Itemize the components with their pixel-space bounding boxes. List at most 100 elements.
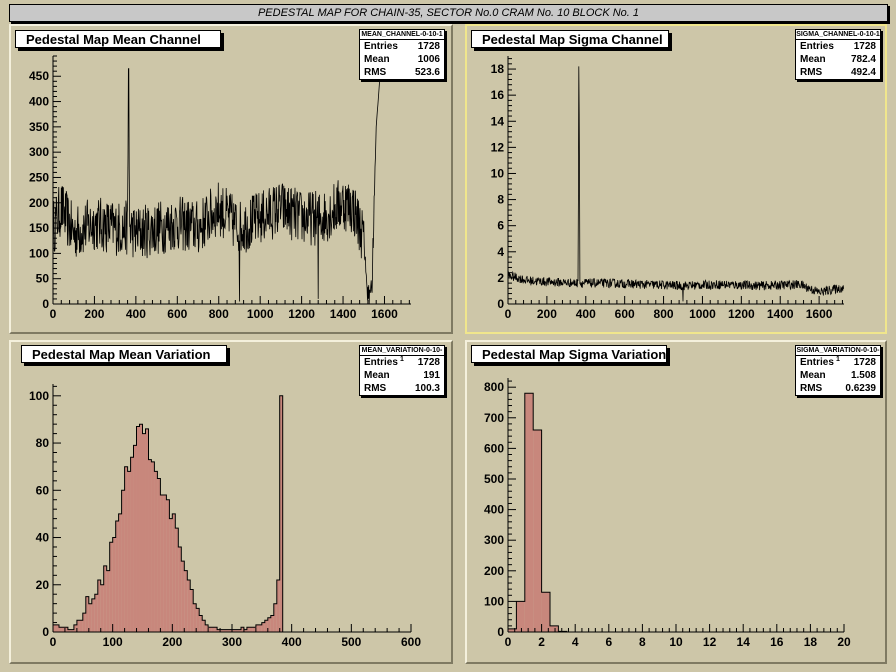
x-tick-label: 1000 (247, 307, 274, 321)
stats-name: MEAN_VARIATION-0-10-1 (360, 347, 444, 363)
y-tick-label: 700 (484, 411, 504, 425)
pad-sigma-channel[interactable]: 0 200 400 600 800 1000 1200 1400 1600 0 2 4 6 8 10 12 14… (465, 24, 887, 334)
x-tick-label: 0 (505, 635, 512, 649)
stats-rms-label: RMS (364, 383, 387, 394)
histogram-bar (157, 478, 161, 632)
x-tick-label: 800 (654, 307, 674, 321)
stats-mean: 191 (423, 370, 440, 381)
histogram-bar (516, 601, 525, 632)
x-tick-label: 100 (103, 635, 123, 649)
y-tick-label: 600 (484, 441, 504, 455)
stats-mean: 1006 (417, 54, 440, 65)
y-tick-label: 250 (29, 170, 49, 184)
x-tick-label: 600 (615, 307, 635, 321)
stats-name: SIGMA_VARIATION-0-10-1 (796, 347, 880, 363)
y-tick-label: 60 (36, 483, 50, 497)
histogram-bar (58, 627, 62, 632)
stats-rms: 523.6 (414, 67, 440, 78)
y-tick-label: 100 (29, 246, 49, 260)
x-tick-label: 1400 (330, 307, 357, 321)
histogram-bar (249, 627, 253, 632)
histogram-bar (258, 624, 262, 632)
x-tick-label: 600 (167, 307, 187, 321)
histogram-bar (211, 627, 215, 632)
x-tick-label: 1200 (288, 307, 315, 321)
x-tick-label: 8 (639, 635, 646, 649)
x-tick-label: 0 (505, 307, 512, 321)
y-tick-label: 400 (484, 503, 504, 517)
histogram-bar (139, 424, 143, 632)
y-tick-label: 4 (497, 245, 504, 259)
stats-entries-label: Entries (364, 41, 398, 52)
histogram-bar (106, 570, 110, 632)
histogram-bar (151, 461, 155, 632)
y-tick-label: 300 (484, 533, 504, 547)
pad-mean-variation[interactable]: 0 100 200 300 400 500 600 0 20 40 60 80 100 Pedestal… (9, 340, 453, 664)
stats-rms-label: RMS (364, 67, 387, 78)
x-tick-label: 18 (804, 635, 818, 649)
histogram-bar (142, 433, 146, 632)
y-tick-label: 800 (484, 380, 504, 394)
y-tick-label: 500 (484, 472, 504, 486)
histogram-bar (112, 537, 116, 632)
histogram-bar (118, 513, 122, 632)
histogram-title: Pedestal Map Mean Variation (21, 345, 227, 363)
y-tick-label: 16 (491, 88, 505, 102)
stats-box: SIGMA_CHANNEL-0-10-1 Entries 1728 Mean 782… (795, 29, 881, 80)
stats-mean-label: Mean (800, 370, 826, 381)
y-tick-label: 350 (29, 120, 49, 134)
histogram-bar (133, 445, 137, 632)
y-tick-label: 12 (491, 140, 505, 154)
x-tick-label: 10 (669, 635, 683, 649)
y-tick-label: 450 (29, 69, 49, 83)
histogram-bar (79, 620, 83, 632)
y-tick-label: 40 (36, 531, 50, 545)
stats-box: SIGMA_VARIATION-0-10-1 Entries 1728 Mean 1… (795, 345, 881, 396)
histogram-bar (550, 625, 559, 632)
y-tick-label: 14 (491, 114, 505, 128)
x-tick-label: 1200 (728, 307, 755, 321)
histogram-bar (533, 430, 542, 632)
pad-mean-channel[interactable]: 0 200 400 600 800 1000 1200 1400 1600 0 50 100 150 20… (9, 24, 453, 334)
y-tick-label: 0 (497, 297, 504, 311)
x-tick-label: 1000 (689, 307, 716, 321)
histogram-bar (524, 393, 534, 632)
x-tick-label: 0 (50, 307, 57, 321)
histogram-bar (169, 518, 173, 632)
histogram-bar (148, 459, 152, 632)
y-tick-label: 6 (497, 219, 504, 233)
stats-rms: 100.3 (414, 383, 440, 394)
y-tick-label: 200 (484, 564, 504, 578)
x-tick-label: 14 (737, 635, 751, 649)
pad-sigma-variation[interactable]: 0 2 4 6 8 10 12 14 16 18 20 0 100 200 300 400 500 600 700 8… (465, 340, 887, 664)
y-tick-label: 300 (29, 145, 49, 159)
x-tick-label: 2 (538, 635, 545, 649)
y-tick-label: 100 (484, 594, 504, 608)
x-tick-label: 600 (401, 635, 421, 649)
x-tick-label: 1600 (371, 307, 398, 321)
y-tick-label: 200 (29, 196, 49, 210)
histogram-bar (163, 495, 167, 632)
x-tick-label: 300 (222, 635, 242, 649)
stats-entries: 1728 (417, 41, 440, 52)
histogram-bar (127, 471, 131, 632)
x-tick-label: 400 (126, 307, 146, 321)
y-tick-label: 18 (491, 62, 505, 76)
x-tick-label: 6 (605, 635, 612, 649)
histogram-bar (172, 513, 176, 632)
stats-entries-label: Entries (364, 357, 398, 368)
y-tick-label: 50 (36, 272, 50, 286)
stats-rms: 492.4 (850, 67, 876, 78)
histogram-title: Pedestal Map Mean Channel (15, 30, 221, 48)
histogram-bar (136, 426, 140, 632)
stats-entries-label: Entries (800, 41, 834, 52)
histogram-title: Pedestal Map Sigma Variation (471, 345, 667, 363)
y-tick-label: 0 (497, 625, 504, 639)
x-tick-label: 400 (282, 635, 302, 649)
stats-name: MEAN_CHANNEL-0-10-1 (360, 31, 444, 40)
histogram-bar (130, 457, 134, 632)
histogram-bar (541, 592, 550, 632)
stats-box: MEAN_VARIATION-0-10-1 Entries 1728 Mean 19… (359, 345, 445, 396)
histogram-bar (124, 466, 128, 632)
histogram-bar (181, 561, 185, 632)
